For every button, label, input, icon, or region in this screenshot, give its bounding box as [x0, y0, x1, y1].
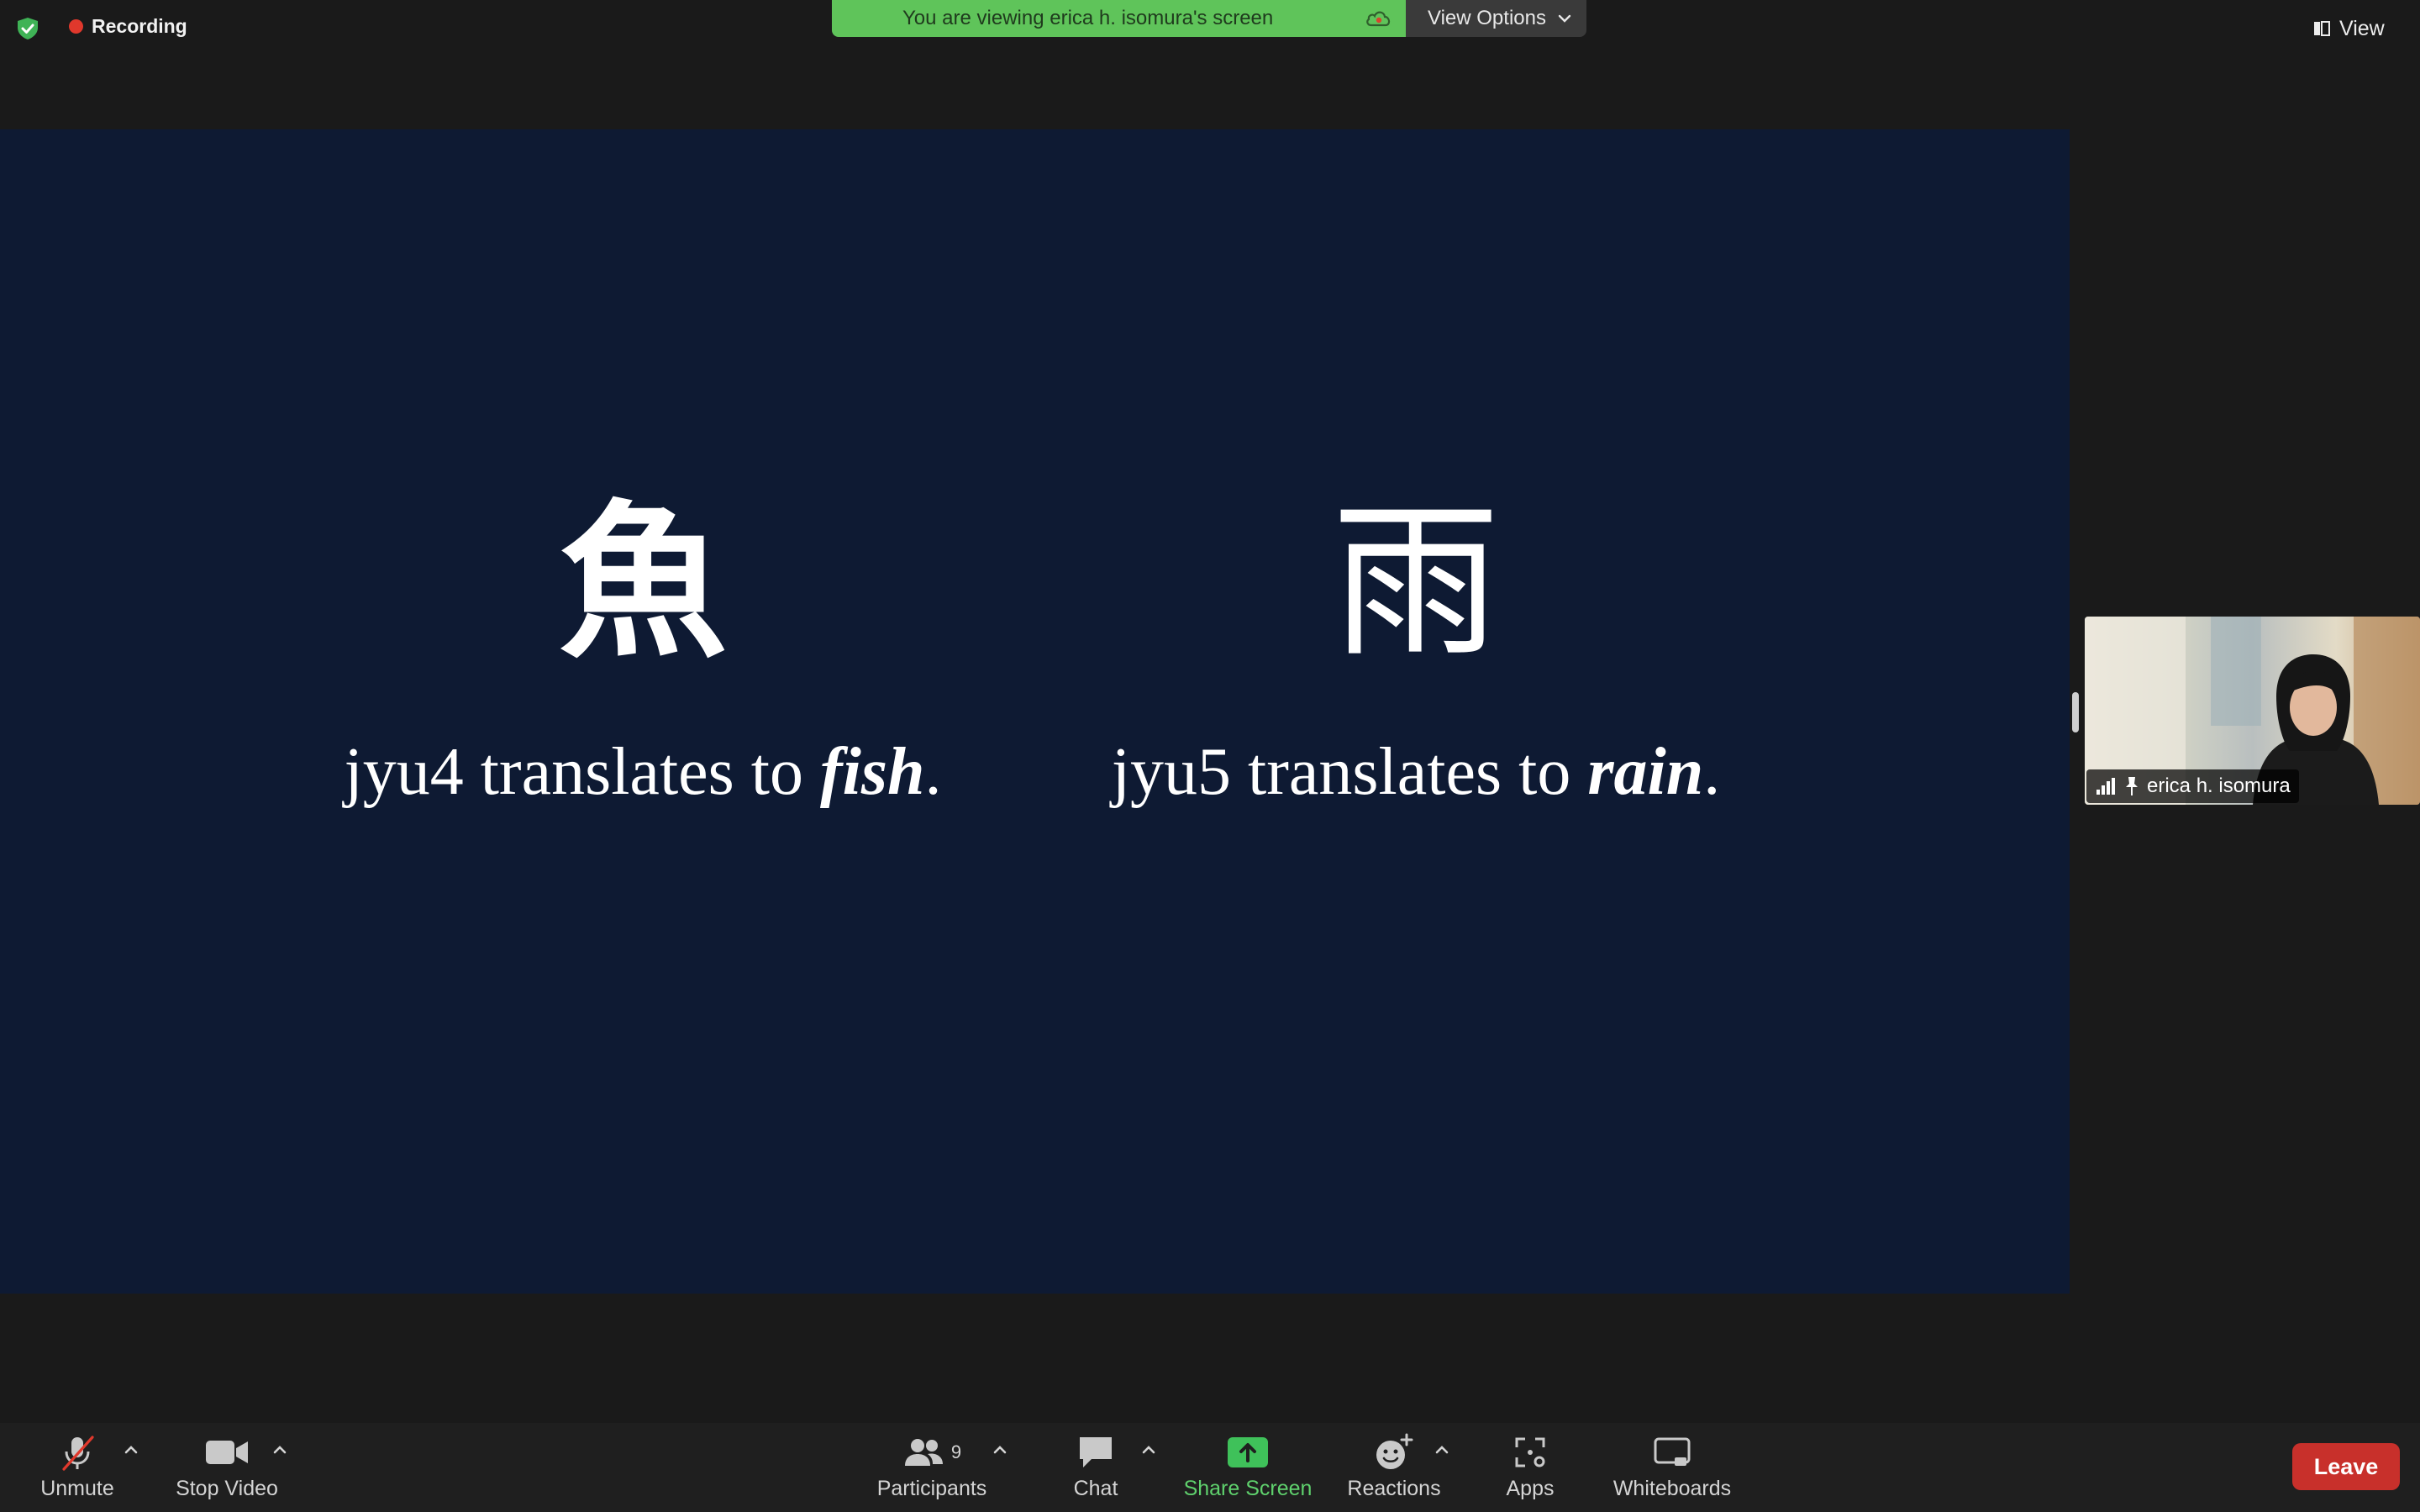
pin-icon	[2126, 777, 2138, 795]
leave-button[interactable]: Leave	[2292, 1443, 2400, 1490]
chat-button[interactable]: Chat	[1062, 1431, 1129, 1509]
slide-character-rain: 雨	[1331, 485, 1500, 680]
meeting-toolbar: Unmute Stop Video 9 Participants Chat Sh…	[0, 1423, 2420, 1512]
apps-button[interactable]: Apps	[1492, 1431, 1568, 1509]
participants-icon	[904, 1439, 943, 1466]
whiteboards-button[interactable]: Whiteboards	[1605, 1431, 1739, 1509]
signal-icon	[2096, 778, 2115, 795]
view-options-button[interactable]: View Options	[1406, 0, 1586, 37]
banner-text: You are viewing erica h. isomura's scree…	[902, 7, 1274, 29]
view-options-label: View Options	[1428, 7, 1546, 29]
participant-name-tag: erica h. isomura	[2086, 769, 2299, 803]
unmute-label: Unmute	[40, 1477, 114, 1500]
chat-label: Chat	[1073, 1477, 1118, 1500]
sentence-prefix: jyu4 translates to	[344, 735, 821, 809]
mic-muted-icon	[62, 1436, 94, 1471]
stop-video-label: Stop Video	[176, 1477, 278, 1500]
viewing-banner: You are viewing erica h. isomura's scree…	[832, 0, 1406, 37]
participant-video-tile[interactable]: erica h. isomura	[2085, 617, 2420, 805]
video-camera-icon	[206, 1441, 248, 1464]
slide-right-column: 雨 jyu5 translates to rain.	[950, 129, 1882, 1294]
share-screen-button[interactable]: Share Screen	[1176, 1431, 1319, 1509]
sentence-word: fish	[820, 735, 925, 809]
participants-count: 9	[950, 1441, 962, 1462]
sentence-word: rain	[1587, 735, 1704, 809]
whiteboard-icon	[1654, 1437, 1691, 1466]
stop-video-button[interactable]: Stop Video	[168, 1431, 286, 1509]
participants-button[interactable]: 9 Participants	[871, 1431, 993, 1509]
view-button[interactable]: View	[2312, 12, 2407, 45]
chevron-down-icon	[1558, 14, 1571, 23]
top-bar: Recording You are viewing erica h. isomu…	[0, 0, 2420, 59]
reactions-icon	[1376, 1433, 1413, 1469]
share-screen-icon	[1228, 1437, 1268, 1467]
sentence-prefix: jyu5 translates to	[1111, 735, 1588, 809]
view-label: View	[2339, 16, 2385, 40]
share-screen-label: Share Screen	[1183, 1477, 1313, 1500]
recording-label: Recording	[92, 15, 187, 37]
whiteboards-label: Whiteboards	[1612, 1477, 1732, 1500]
participants-label: Participants	[876, 1477, 987, 1500]
recording-indicator[interactable]: Recording	[69, 15, 187, 38]
shared-screen: 魚 jyu4 translates to fish. 雨 jyu5 transl…	[0, 129, 2070, 1294]
apps-icon	[1515, 1437, 1545, 1467]
slide-sentence-rain: jyu5 translates to rain.	[950, 734, 1882, 811]
view-icon	[2314, 21, 2330, 36]
sentence-suffix: .	[924, 735, 942, 809]
apps-label: Apps	[1506, 1477, 1555, 1500]
cloud-icon	[1366, 11, 1391, 27]
participant-name: erica h. isomura	[2147, 774, 2291, 797]
chat-options-caret-icon[interactable]	[1140, 1441, 1157, 1458]
leave-label: Leave	[2313, 1453, 2379, 1479]
participants-options-caret-icon[interactable]	[992, 1441, 1008, 1458]
reactions-label: Reactions	[1347, 1477, 1441, 1500]
panel-resize-handle[interactable]	[2072, 692, 2079, 732]
unmute-button[interactable]: Unmute	[29, 1431, 126, 1509]
audio-options-caret-icon[interactable]	[123, 1441, 139, 1458]
shield-check-icon[interactable]	[15, 16, 40, 41]
recording-dot-icon	[69, 19, 83, 34]
reactions-options-caret-icon[interactable]	[1434, 1441, 1450, 1458]
reactions-button[interactable]: Reactions	[1343, 1431, 1445, 1509]
sentence-suffix: .	[1703, 735, 1721, 809]
video-options-caret-icon[interactable]	[271, 1441, 288, 1458]
chat-icon	[1080, 1437, 1112, 1467]
